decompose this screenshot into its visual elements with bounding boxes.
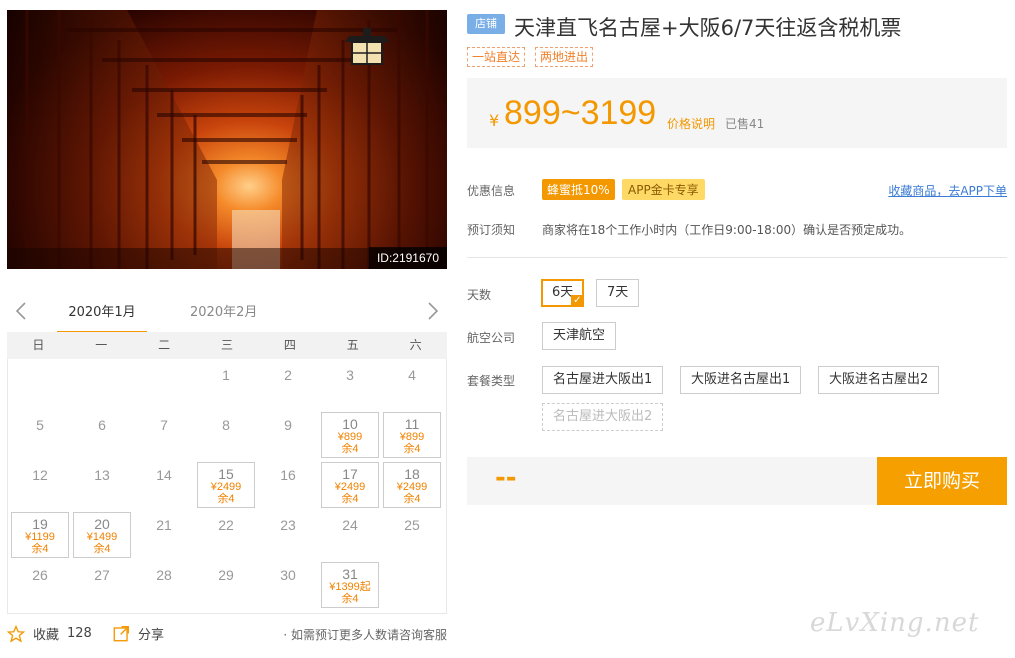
favorite-count: 128	[67, 626, 92, 641]
share-button[interactable]: 分享	[113, 624, 164, 643]
calendar-next-button[interactable]	[423, 302, 443, 324]
calendar-day-available[interactable]: 10 ¥899 余4	[321, 412, 379, 458]
divider	[467, 257, 1007, 258]
watermark: eLvXing.net	[810, 608, 980, 638]
calendar-day: 9	[284, 417, 292, 433]
weekday-label: 五	[346, 338, 359, 352]
calendar-day: 30	[280, 567, 296, 583]
option-package-3[interactable]: 大阪进名古屋出2	[818, 366, 940, 394]
calendar-day: 2	[284, 367, 292, 383]
chevron-left-icon	[15, 302, 26, 320]
calendar-day-available[interactable]: 11 ¥899 余4	[383, 412, 441, 458]
calendar-day: 14	[156, 467, 172, 483]
calendar-day: 21	[156, 517, 172, 533]
total-price: --	[495, 463, 517, 493]
calendar-day: 23	[280, 517, 296, 533]
promo-badge-honey: 蜂蜜抵10%	[542, 179, 615, 200]
price-explain-link[interactable]: 价格说明	[667, 115, 715, 132]
currency-symbol: ¥	[489, 111, 500, 130]
calendar-day: 25	[404, 517, 420, 533]
calendar-nav: 2020年1月 2020年2月	[7, 296, 447, 333]
calendar-day-available[interactable]: 15 ¥2499 余4	[197, 462, 255, 508]
weekday-label: 一	[95, 338, 108, 352]
collect-app-link[interactable]: 收藏商品，去APP下单	[888, 182, 1007, 199]
calendar-day: 8	[222, 417, 230, 433]
calendar-day-available[interactable]: 19 ¥1199 余4	[11, 512, 69, 558]
price-range: 899~3199	[504, 94, 657, 132]
promo-label: 优惠信息	[467, 184, 516, 198]
option-airline[interactable]: 天津航空	[542, 322, 617, 350]
shop-badge: 店铺	[467, 14, 505, 34]
calendar-day: 7	[160, 417, 168, 433]
calendar-day-available[interactable]: 31 ¥1399起 余4	[321, 562, 379, 608]
calendar-day: 24	[342, 517, 358, 533]
calendar-day: 13	[94, 467, 110, 483]
total-bar: --	[467, 457, 877, 505]
option-package-2[interactable]: 大阪进名古屋出1	[680, 366, 802, 394]
calendar-day-available[interactable]: 20 ¥1499 余4	[73, 512, 131, 558]
notice-text: 商家将在18个工作小时内（工作日9:00-18:00）确认是否预定成功。	[542, 223, 912, 237]
calendar-prev-button[interactable]	[11, 302, 31, 324]
calendar-day: 22	[218, 517, 234, 533]
product-tags: 一站直达 两地进出	[467, 47, 594, 67]
calendar-grid: 1 2 3 4 5 6 7 8 9 10 ¥899 余4 11 ¥899 余4 12 1…	[7, 359, 447, 614]
chevron-right-icon	[428, 302, 439, 320]
weekday-label: 日	[32, 338, 45, 352]
action-footer: 收藏 128 分享 · 如需预订更多人数请咨询客服	[7, 622, 447, 644]
calendar-day: 3	[346, 367, 354, 383]
star-icon	[7, 624, 25, 643]
price-box: ¥ 899~3199 价格说明 已售41	[467, 78, 1007, 148]
calendar-day-available[interactable]: 17 ¥2499 余4	[321, 462, 379, 508]
calendar-day: 6	[98, 417, 106, 433]
product-title: 天津直飞名古屋+大阪6/7天往返含税机票	[514, 16, 902, 40]
calendar-day-available[interactable]: 18 ¥2499 余4	[383, 462, 441, 508]
tag-two-cities: 两地进出	[535, 47, 594, 67]
weekday-label: 二	[158, 338, 171, 352]
calendar-day: 27	[94, 567, 110, 583]
calendar-day: 29	[218, 567, 234, 583]
contact-note: · 如需预订更多人数请咨询客服	[283, 628, 447, 642]
package-label: 套餐类型	[467, 374, 516, 388]
lantern-icon	[345, 28, 389, 65]
share-label: 分享	[138, 628, 165, 643]
option-package-4: 名古屋进大阪出2	[542, 403, 664, 431]
notice-label: 预订须知	[467, 223, 516, 237]
weekday-label: 六	[409, 338, 422, 352]
calendar-day: 16	[280, 467, 296, 483]
sold-count: 已售41	[725, 117, 765, 131]
share-icon	[113, 626, 129, 642]
weekday-header: 日 一 二 三 四 五 六	[7, 332, 447, 359]
calendar-day: 5	[36, 417, 44, 433]
weekday-label: 四	[283, 338, 296, 352]
calendar-day: 12	[32, 467, 48, 483]
days-label: 天数	[467, 288, 492, 302]
calendar-day: 28	[156, 567, 172, 583]
calendar-day: 26	[32, 567, 48, 583]
buy-now-button[interactable]: 立即购买	[877, 457, 1007, 505]
airline-label: 航空公司	[467, 331, 516, 345]
product-photo: ID:2191670	[7, 10, 447, 269]
calendar-day: 4	[408, 367, 416, 383]
month-tab-next[interactable]: 2020年2月	[190, 305, 257, 321]
option-days-6[interactable]: 6天	[541, 279, 585, 307]
option-package-1[interactable]: 名古屋进大阪出1	[542, 366, 664, 394]
favorite-button[interactable]: 收藏 128	[7, 624, 92, 643]
weekday-label: 三	[221, 338, 234, 352]
favorite-label: 收藏	[33, 628, 60, 643]
option-days-7[interactable]: 7天	[596, 279, 640, 307]
month-tab-active[interactable]: 2020年1月	[57, 305, 147, 333]
promo-badge-app: APP金卡专享	[622, 179, 705, 200]
image-id-label: ID:2191670	[368, 247, 447, 269]
calendar-day: 1	[222, 367, 230, 383]
tag-direct: 一站直达	[467, 47, 526, 67]
